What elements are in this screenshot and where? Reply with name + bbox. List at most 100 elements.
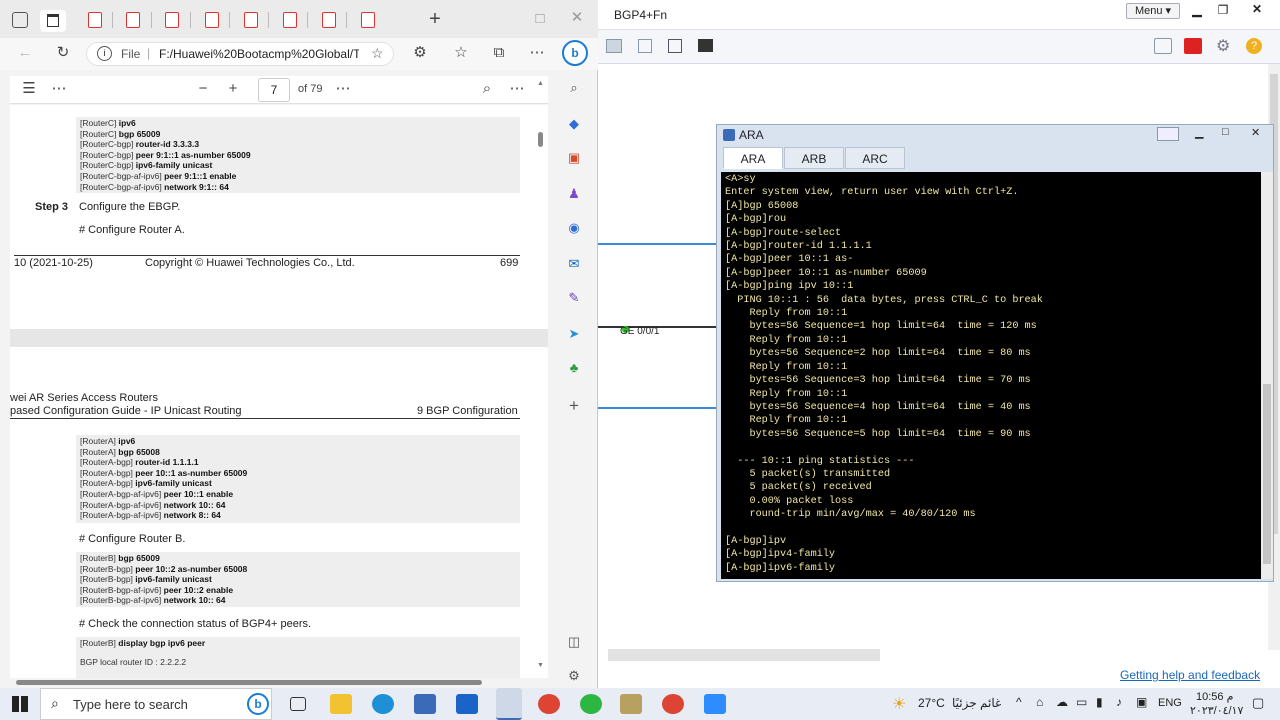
pdf-viewer[interactable]: [RouterC] ipv6 [RouterC] bgp 65009 [Router…	[10, 105, 548, 678]
search-icon[interactable]: ⌕	[564, 78, 584, 98]
collections-icon[interactable]: ⧉	[488, 43, 510, 63]
horizontal-scrollbar[interactable]	[16, 680, 482, 685]
split-screen-icon[interactable]: ◫	[564, 632, 584, 652]
notifications-icon[interactable]: ▢	[1252, 695, 1264, 711]
clock-time[interactable]: 10:56 م	[1196, 690, 1233, 703]
taskbar-search-box[interactable]: ⌕ Type here to search b	[40, 688, 272, 720]
tray-cloud-icon[interactable]: ☁	[1056, 695, 1068, 709]
bing-taskbar-icon[interactable]: b	[247, 693, 269, 715]
scroll-down-icon[interactable]: ▼	[537, 662, 544, 669]
topology-icon[interactable]	[638, 39, 652, 53]
tray-volume-icon[interactable]: ♪	[1116, 695, 1122, 709]
ensp-close-icon[interactable]: ✕	[1246, 2, 1268, 18]
pdf-tab-icon[interactable]	[322, 12, 336, 28]
zoom-out-icon[interactable]: −	[192, 79, 214, 99]
tray-device-icon[interactable]: ⌂	[1036, 695, 1043, 709]
shopping-icon[interactable]: ◆	[564, 114, 584, 134]
pdf-more-left-icon[interactable]: ⋯	[48, 79, 70, 99]
capture-icon[interactable]	[606, 39, 622, 53]
screen-icon[interactable]	[698, 39, 713, 52]
language-indicator[interactable]: ENG	[1158, 697, 1182, 709]
pdf-tab-icon[interactable]	[244, 12, 258, 28]
ensp-restore-icon[interactable]: ❐	[1212, 3, 1234, 19]
maximize-icon[interactable]: □	[529, 9, 551, 29]
file-explorer-icon[interactable]	[330, 694, 352, 714]
console-close-icon[interactable]: ✕	[1251, 126, 1260, 139]
ensp-settings-icon[interactable]: ⚙	[1216, 36, 1230, 56]
chrome-icon[interactable]	[538, 694, 560, 714]
url-text[interactable]: F:/Huawei%20Bootacmp%20Global/T...	[159, 47, 359, 61]
start-icon[interactable]	[12, 696, 28, 712]
bing-chat-icon[interactable]: b	[562, 40, 588, 66]
tab-arc[interactable]: ARC	[845, 147, 905, 169]
console-minimize-icon[interactable]: ▁	[1195, 126, 1203, 139]
more-icon[interactable]: ⋯	[526, 43, 548, 63]
url-field[interactable]: i File | F:/Huawei%20Bootacmp%20Global/T…	[86, 42, 394, 66]
favorites-icon[interactable]: ☆	[450, 43, 472, 63]
outlook-icon[interactable]: ✉	[564, 254, 584, 274]
zoom-icon[interactable]	[704, 694, 726, 714]
tree-icon[interactable]: ♣	[564, 358, 584, 378]
weather-desc[interactable]: غائم جزئيًا	[952, 696, 1001, 710]
zoom-in-icon[interactable]: +	[222, 79, 244, 99]
task-view-icon[interactable]	[290, 697, 306, 711]
app-icon[interactable]	[620, 694, 642, 714]
tools-icon[interactable]: ▣	[564, 148, 584, 168]
ensp-taskbar-icon[interactable]	[496, 688, 522, 720]
office-icon[interactable]: ◉	[564, 218, 584, 238]
huawei-icon[interactable]	[1184, 38, 1202, 54]
close-window-icon[interactable]: ✕	[566, 8, 588, 28]
extensions-icon[interactable]: ⚙	[409, 43, 431, 63]
pdf-tab-icon[interactable]	[165, 12, 179, 28]
pdf-scrollbar[interactable]: ▲ ▼	[537, 80, 545, 675]
pdf-more-right-icon[interactable]: ⋯	[506, 79, 528, 99]
pdf-search-icon[interactable]: ⌕	[476, 79, 498, 99]
add-sidebar-icon[interactable]: +	[564, 396, 584, 416]
page-number-input[interactable]: 7	[258, 78, 290, 102]
tray-network-icon[interactable]: ▭	[1076, 695, 1087, 709]
tab-ara[interactable]: ARA	[723, 147, 783, 169]
pdf-tab-icon[interactable]	[126, 12, 140, 28]
terminal-scroll-thumb[interactable]	[1263, 384, 1271, 564]
tray-battery-icon[interactable]: ▮	[1096, 695, 1103, 709]
send-icon[interactable]: ➤	[564, 324, 584, 344]
menu-button[interactable]: Menu ▾	[1126, 3, 1180, 19]
edge-taskbar-icon[interactable]	[372, 694, 394, 714]
grid-icon[interactable]	[668, 39, 682, 53]
chat-icon[interactable]	[1154, 38, 1172, 54]
console-restore-tab-icon[interactable]	[1157, 127, 1179, 141]
tray-print-icon[interactable]: ▣	[1136, 695, 1147, 709]
pdf-more-mid-icon[interactable]: ⋯	[332, 79, 354, 99]
console-maximize-icon[interactable]: □	[1222, 126, 1229, 138]
clock-date[interactable]: ٢٠٢٣/٠٤/١٧	[1190, 704, 1243, 717]
new-tab-icon[interactable]: +	[424, 9, 446, 29]
info-icon[interactable]: i	[97, 46, 112, 61]
canvas-hscroll[interactable]	[608, 649, 880, 661]
back-icon[interactable]: ←	[14, 43, 36, 63]
pdf-tab-icon[interactable]	[205, 12, 219, 28]
weather-temp[interactable]: 27°C	[918, 696, 945, 710]
pdf-tab-icon[interactable]	[361, 12, 375, 28]
pdf-tab-icon[interactable]	[88, 12, 102, 28]
tab-arb[interactable]: ARB	[784, 147, 844, 169]
scroll-up-icon[interactable]: ▲	[537, 80, 544, 87]
games-icon[interactable]: ♟	[564, 184, 584, 204]
scroll-thumb[interactable]	[538, 132, 543, 147]
whatsapp-icon[interactable]	[580, 694, 602, 714]
contents-icon[interactable]: ☰	[18, 79, 40, 99]
terminal-scrollbar[interactable]	[1261, 172, 1273, 579]
pdf-tab-icon[interactable]	[283, 12, 297, 28]
designer-icon[interactable]: ✎	[564, 288, 584, 308]
refresh-icon[interactable]: ↻	[52, 43, 74, 63]
ensp-help-icon[interactable]: ?	[1246, 38, 1262, 54]
help-feedback-link[interactable]: Getting help and feedback	[1120, 668, 1260, 682]
tab-actions-icon[interactable]	[12, 12, 28, 28]
settings-icon[interactable]: ⚙	[564, 666, 584, 686]
chrome-profile-icon[interactable]	[662, 694, 684, 714]
terminal-output[interactable]: <A>sy Enter system view, return user vie…	[721, 172, 1261, 579]
store-icon[interactable]	[414, 694, 436, 714]
tray-chevron-icon[interactable]: ^	[1016, 695, 1022, 709]
ensp-minimize-icon[interactable]: ▁	[1186, 3, 1208, 19]
mail-icon[interactable]	[456, 694, 478, 714]
add-favorite-icon[interactable]: ☆	[371, 45, 384, 62]
